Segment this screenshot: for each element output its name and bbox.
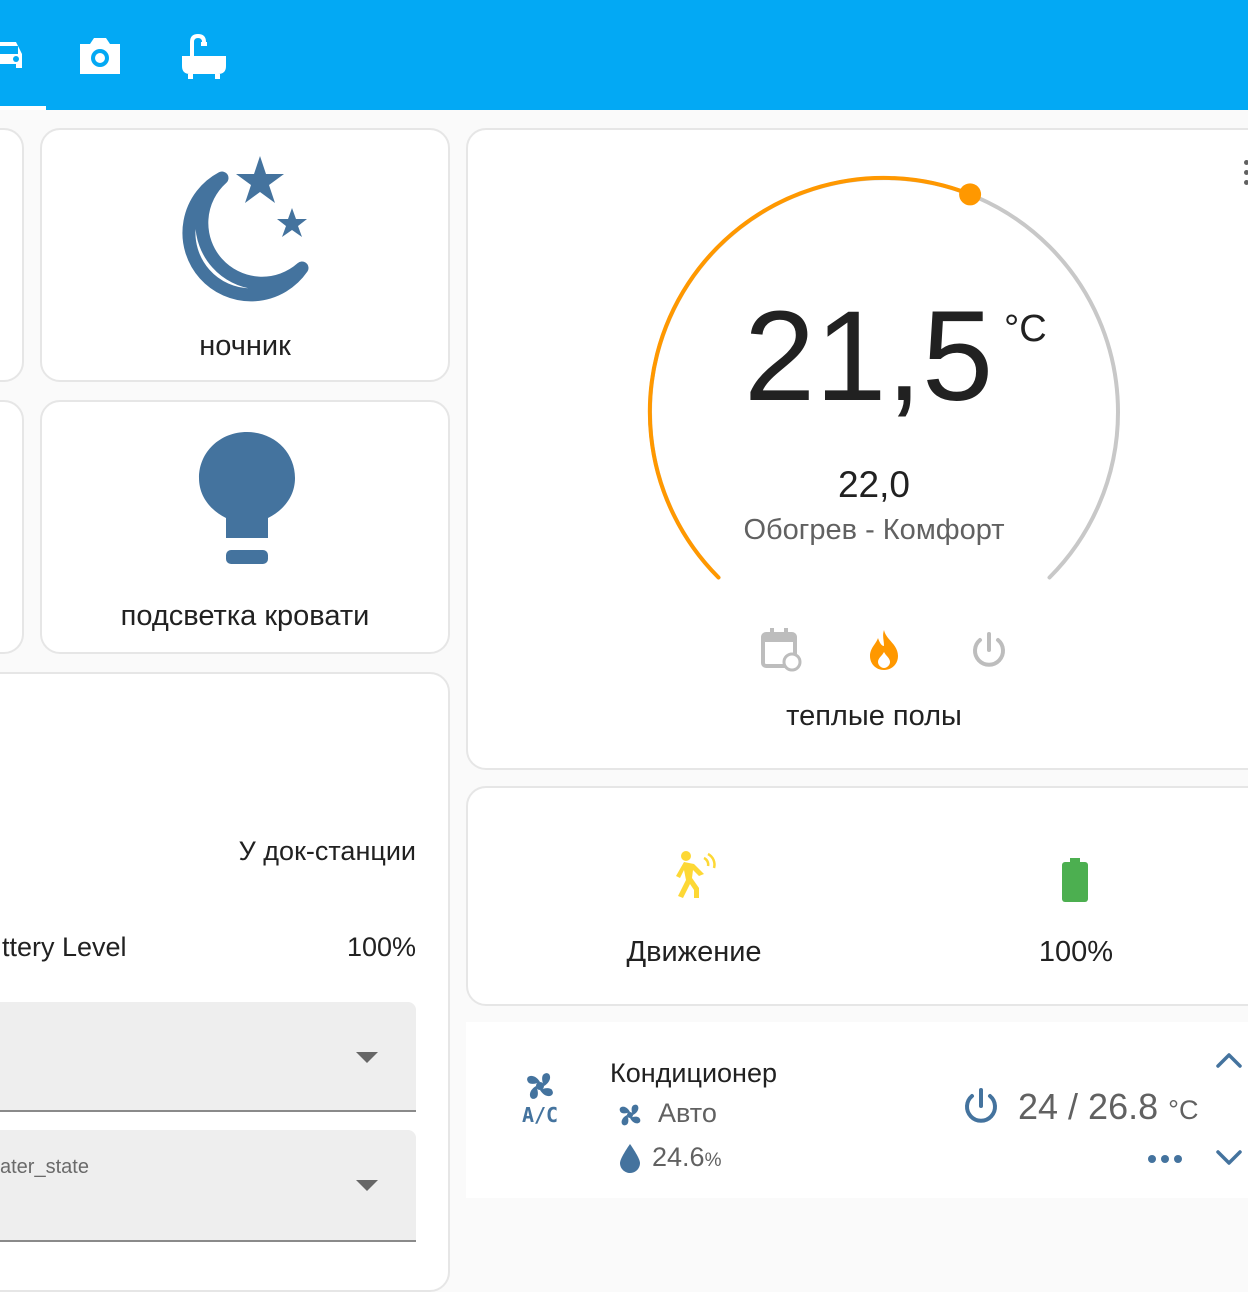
climate-name: Кондиционер	[610, 1058, 777, 1088]
active-tab-indicator	[0, 106, 46, 110]
car-icon[interactable]	[0, 30, 34, 82]
current-temperature: 21,5	[744, 285, 994, 428]
vacuum-select-2[interactable]: ater_state	[0, 1130, 416, 1242]
power-icon[interactable]	[962, 1086, 1000, 1126]
temperature-unit: °C	[1004, 308, 1047, 350]
partial-card-2[interactable]	[0, 400, 24, 654]
motion-sensor-icon[interactable]	[666, 850, 722, 902]
night-light-label: ночник	[199, 330, 291, 362]
battery-value: 100%	[1038, 936, 1114, 968]
humidity: 24.6%	[652, 1142, 721, 1173]
bed-light-label: подсветка кровати	[120, 600, 370, 632]
thermostat-name: теплые полы	[786, 700, 962, 732]
climate-row[interactable]: A/C Кондиционер Авто 24.6% 24 / 26.8 °C	[466, 1022, 1248, 1198]
thermostat-dial[interactable]	[468, 130, 1248, 772]
climate-temps: 24 / 26.8 °C	[1018, 1086, 1198, 1128]
humidity-value: 24.6	[652, 1142, 705, 1172]
partial-card-1[interactable]	[0, 128, 24, 382]
fan-icon	[619, 1104, 641, 1126]
top-app-bar	[0, 0, 1248, 110]
moon-stars-icon	[182, 156, 309, 302]
chevron-down-icon[interactable]	[356, 1180, 378, 1191]
night-light-button[interactable]: ночник	[40, 128, 450, 382]
more-options-icon[interactable]	[1146, 1152, 1184, 1166]
chevron-down-icon[interactable]	[1214, 1146, 1244, 1168]
camera-icon[interactable]	[74, 30, 126, 82]
temperature-unit: °C	[1168, 1095, 1199, 1125]
hvac-mode-text: Обогрев - Комфорт	[743, 514, 1005, 546]
fire-icon[interactable]	[866, 628, 902, 672]
select-field-label: ater_state	[0, 1156, 89, 1178]
svg-text:A/C: A/C	[522, 1103, 558, 1126]
fan-mode: Авто	[658, 1098, 717, 1128]
bed-light-button[interactable]: подсветка кровати	[40, 400, 450, 654]
target-temperature: 22,0	[837, 464, 910, 505]
battery-level-value: 100%	[346, 932, 416, 962]
thermostat-card: 21,5 °C 22,0 Обогрев - Комфорт теплые по…	[466, 128, 1248, 770]
sensors-card: Движение 100%	[466, 786, 1248, 1006]
motion-label: Движение	[626, 936, 762, 968]
humidity-unit: %	[704, 1150, 722, 1171]
temperature-range: 24 / 26.8	[1018, 1086, 1159, 1127]
battery-icon[interactable]	[1062, 858, 1088, 902]
dial-handle[interactable]	[959, 183, 982, 206]
power-icon[interactable]	[970, 630, 1008, 670]
vacuum-status: У док-станции	[238, 836, 416, 866]
vacuum-select-1[interactable]	[0, 1002, 416, 1112]
lightbulb-icon	[199, 432, 295, 564]
water-drop-icon	[620, 1144, 640, 1173]
bathtub-icon[interactable]	[178, 30, 230, 82]
chevron-up-icon[interactable]	[1214, 1050, 1244, 1072]
calendar-sync-icon[interactable]	[760, 628, 802, 672]
chevron-down-icon[interactable]	[356, 1052, 378, 1063]
air-conditioner-icon: A/C	[522, 1073, 558, 1126]
battery-level-label: ttery Level	[2, 932, 127, 962]
